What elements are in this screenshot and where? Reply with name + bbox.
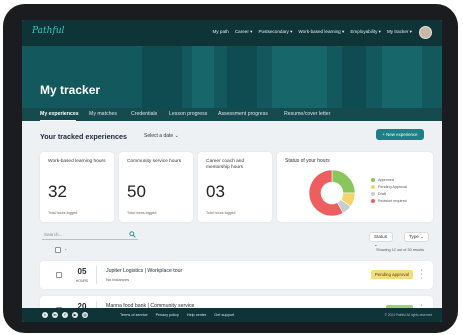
- footer-link-privacy[interactable]: Privacy policy: [156, 313, 179, 317]
- app-screen: Pathful My path Career ▾ Postsecondary ▾…: [22, 20, 442, 322]
- stat-card-value: 32: [48, 182, 67, 201]
- nav-employability[interactable]: Employability ▾: [350, 29, 381, 35]
- legend-dot: [371, 184, 375, 189]
- search-icon[interactable]: [129, 231, 136, 238]
- select-all-checkbox[interactable]: [55, 247, 61, 253]
- tab-resume-cover-letter[interactable]: Resume/cover letter: [284, 111, 330, 117]
- row-instances: No instances: [106, 277, 130, 282]
- footer: t in f ▶ ◎ Terms of service Privacy poli…: [22, 308, 442, 322]
- stat-card-value: 50: [127, 182, 146, 201]
- stat-card-subtitle: Total hours logged: [127, 211, 157, 215]
- stat-card-career-coach: Career coach and mentorship hours 03 Tot…: [198, 152, 272, 222]
- top-nav: Pathful My path Career ▾ Postsecondary ▾…: [22, 20, 442, 46]
- stat-card-subtitle: Total hours logged: [206, 211, 236, 215]
- donut-slice-approved: [331, 169, 356, 194]
- stat-card-community-service: Community service hours 50 Total hours l…: [119, 152, 193, 222]
- instagram-icon[interactable]: ◎: [82, 312, 88, 318]
- nav-links: My path Career ▾ Postsecondary ▾ Work-ba…: [212, 29, 412, 35]
- status-filter[interactable]: Status ⌄: [369, 232, 393, 247]
- tab-bar: My experiences My matches Credentials Le…: [22, 108, 442, 121]
- social-links: t in f ▶ ◎: [42, 312, 88, 318]
- footer-link-support[interactable]: Get support: [214, 313, 234, 317]
- page-title: My tracker: [40, 83, 101, 97]
- search-input[interactable]: Search...: [42, 231, 138, 240]
- status-donut-chart: [308, 169, 356, 217]
- legend-item-draft: Draft: [371, 190, 407, 197]
- status-badge: Pending approval: [370, 270, 413, 279]
- tablet-frame: Pathful My path Career ▾ Postsecondary ▾…: [3, 4, 458, 333]
- row-hours: 05: [77, 267, 87, 276]
- hero-banner: My tracker: [22, 46, 442, 108]
- tab-my-experiences[interactable]: My experiences: [40, 111, 79, 117]
- row-title[interactable]: Jupiter Logistics | Workplace tour: [106, 268, 182, 274]
- footer-link-terms[interactable]: Terms of service: [120, 313, 148, 317]
- nav-career[interactable]: Career ▾: [235, 29, 253, 35]
- row-checkbox[interactable]: [56, 272, 62, 278]
- row-divider: [96, 266, 97, 284]
- row-hours-unit: HOURS: [75, 279, 89, 283]
- copyright-text: © 2024 Pathful All rights reserved: [384, 313, 432, 317]
- nav-my-path[interactable]: My path: [212, 29, 228, 35]
- avatar[interactable]: [419, 26, 432, 39]
- status-card-title: Status of your hours: [285, 158, 330, 164]
- twitter-icon[interactable]: t: [42, 312, 48, 318]
- results-count: Showing 12 out of 30 results: [376, 248, 424, 252]
- stat-card-title: Community service hours: [127, 159, 182, 164]
- linkedin-icon[interactable]: in: [52, 312, 58, 318]
- app-logo[interactable]: Pathful: [32, 26, 64, 36]
- nav-my-tracker[interactable]: My tracker ▾: [387, 29, 412, 35]
- stat-card-title: Work-based learning hours: [48, 159, 106, 164]
- legend-item-approved: Approved: [371, 176, 407, 183]
- stat-card-work-based-learning: Work-based learning hours 32 Total hours…: [40, 152, 114, 222]
- legend-item-revision: Revision required: [371, 197, 407, 204]
- youtube-icon[interactable]: ▶: [72, 312, 78, 318]
- status-legend: Approved Pending Approval Draft Revision…: [371, 176, 407, 204]
- section-title: Your tracked experiences: [40, 132, 127, 141]
- legend-dot: [371, 177, 375, 182]
- new-experience-button[interactable]: + New experience: [376, 129, 424, 140]
- stat-card-subtitle: Total hours logged: [48, 211, 78, 215]
- tab-credentials[interactable]: Credentials: [131, 111, 157, 117]
- tab-my-matches[interactable]: My matches: [89, 111, 117, 117]
- footer-links: Terms of service Privacy policy Help cen…: [120, 313, 234, 317]
- nav-postsecondary[interactable]: Postsecondary ▾: [258, 29, 292, 35]
- footer-link-help[interactable]: Help center: [187, 313, 206, 317]
- facebook-icon[interactable]: f: [62, 312, 68, 318]
- more-options-icon[interactable]: ···: [420, 267, 423, 282]
- search-placeholder: Search...: [44, 232, 63, 237]
- type-filter[interactable]: Type ⌄: [404, 232, 429, 242]
- legend-dot: [371, 198, 375, 203]
- tab-assessment-progress[interactable]: Assessment progress: [218, 111, 268, 117]
- nav-work-based-learning[interactable]: Work-based learning ▾: [298, 29, 344, 35]
- chevron-down-icon[interactable]: ⌄: [64, 246, 67, 251]
- legend-dot: [371, 191, 375, 196]
- stat-card-title: Career coach and mentorship hours: [206, 159, 245, 170]
- list-item[interactable]: 05 HOURS Jupiter Logistics | Workplace t…: [40, 261, 433, 289]
- date-select[interactable]: Select a date ⌄: [144, 133, 179, 139]
- stat-card-value: 03: [206, 182, 225, 201]
- active-tab-indicator: [40, 120, 76, 121]
- tab-lesson-progress[interactable]: Lesson progress: [169, 111, 207, 117]
- legend-item-pending: Pending Approval: [371, 183, 407, 190]
- status-card: Status of your hours Approved Pending Ap…: [277, 152, 433, 222]
